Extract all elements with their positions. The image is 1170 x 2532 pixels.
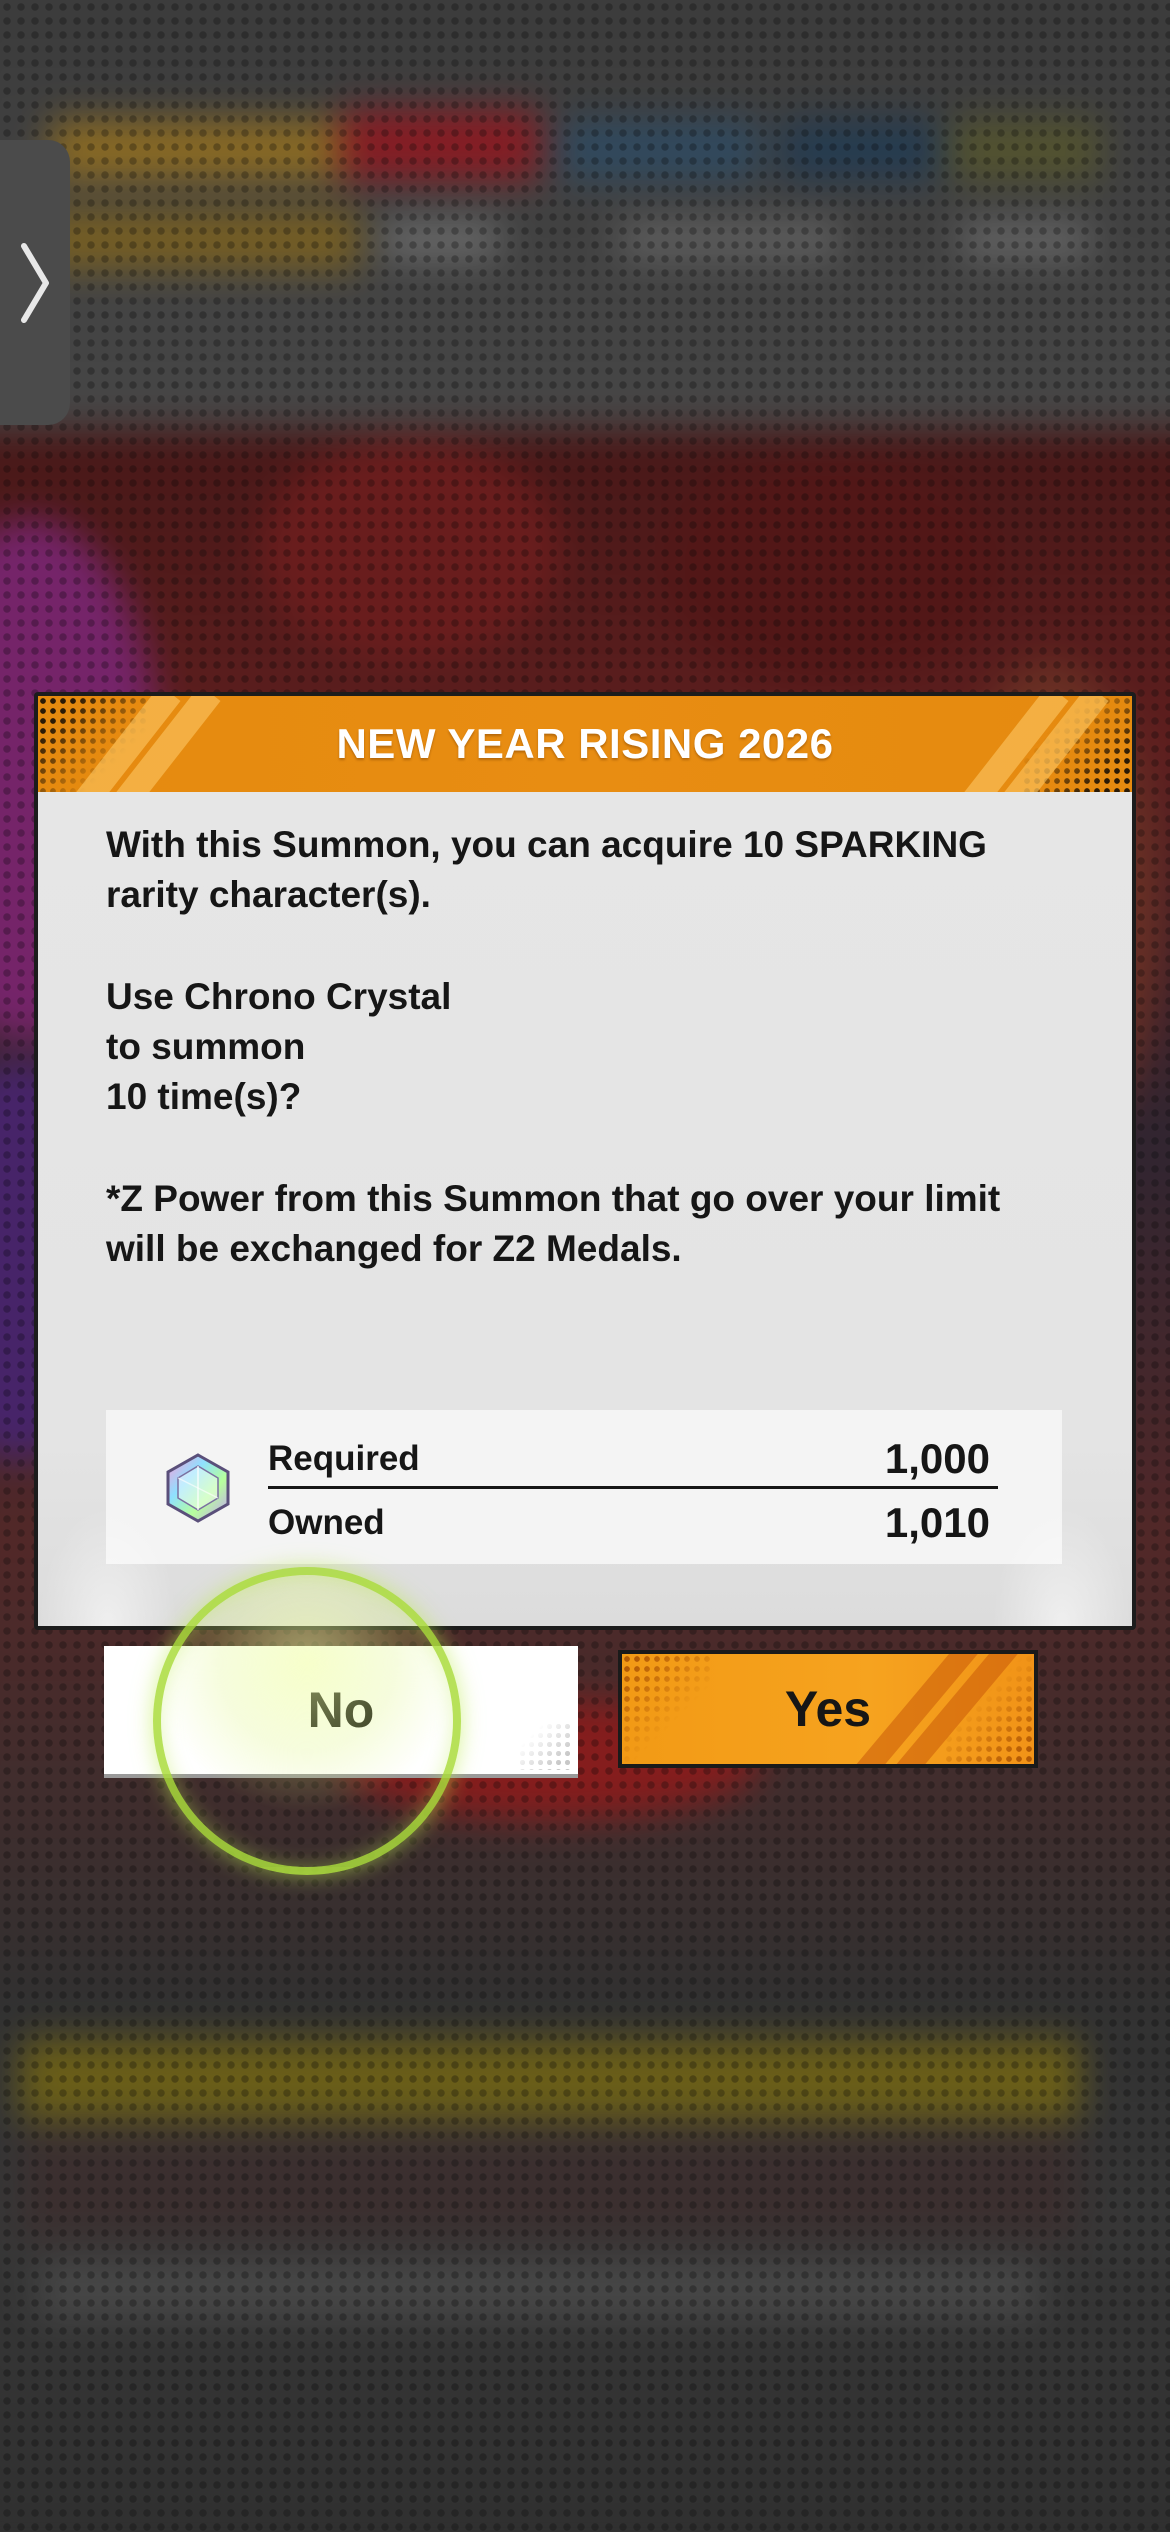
- summon-currency-line: Use Chrono Crystal: [106, 976, 452, 1017]
- no-button-label: No: [307, 1682, 375, 1738]
- dialog-message: With this Summon, you can acquire 10 SPA…: [38, 792, 1132, 1274]
- dialog-title: NEW YEAR RISING 2026: [336, 720, 834, 767]
- z-power-note: *Z Power from this Summon that go over y…: [106, 1178, 1001, 1269]
- owned-label: Owned: [268, 1503, 385, 1542]
- summon-confirm-dialog: NEW YEAR RISING 2026 With this Summon, y…: [34, 692, 1136, 1630]
- required-row: Required 1,000: [268, 1432, 998, 1489]
- no-button[interactable]: No: [104, 1646, 578, 1774]
- side-expand-tab[interactable]: [0, 140, 70, 425]
- yes-button-label: Yes: [784, 1681, 872, 1737]
- summon-count-line: 10 time(s)?: [106, 1076, 302, 1117]
- required-value: 1,000: [884, 1435, 990, 1482]
- owned-row: Owned 1,010: [268, 1496, 998, 1550]
- cost-panel: Required 1,000 Owned 1,010: [106, 1410, 1062, 1564]
- chevron-right-icon: [21, 242, 49, 323]
- required-label: Required: [268, 1439, 420, 1478]
- owned-value: 1,010: [884, 1499, 990, 1546]
- summon-action-line: to summon: [106, 1026, 306, 1067]
- yes-button[interactable]: Yes: [618, 1650, 1038, 1768]
- dialog-header: NEW YEAR RISING 2026: [38, 696, 1132, 792]
- summon-description: With this Summon, you can acquire 10 SPA…: [106, 824, 987, 915]
